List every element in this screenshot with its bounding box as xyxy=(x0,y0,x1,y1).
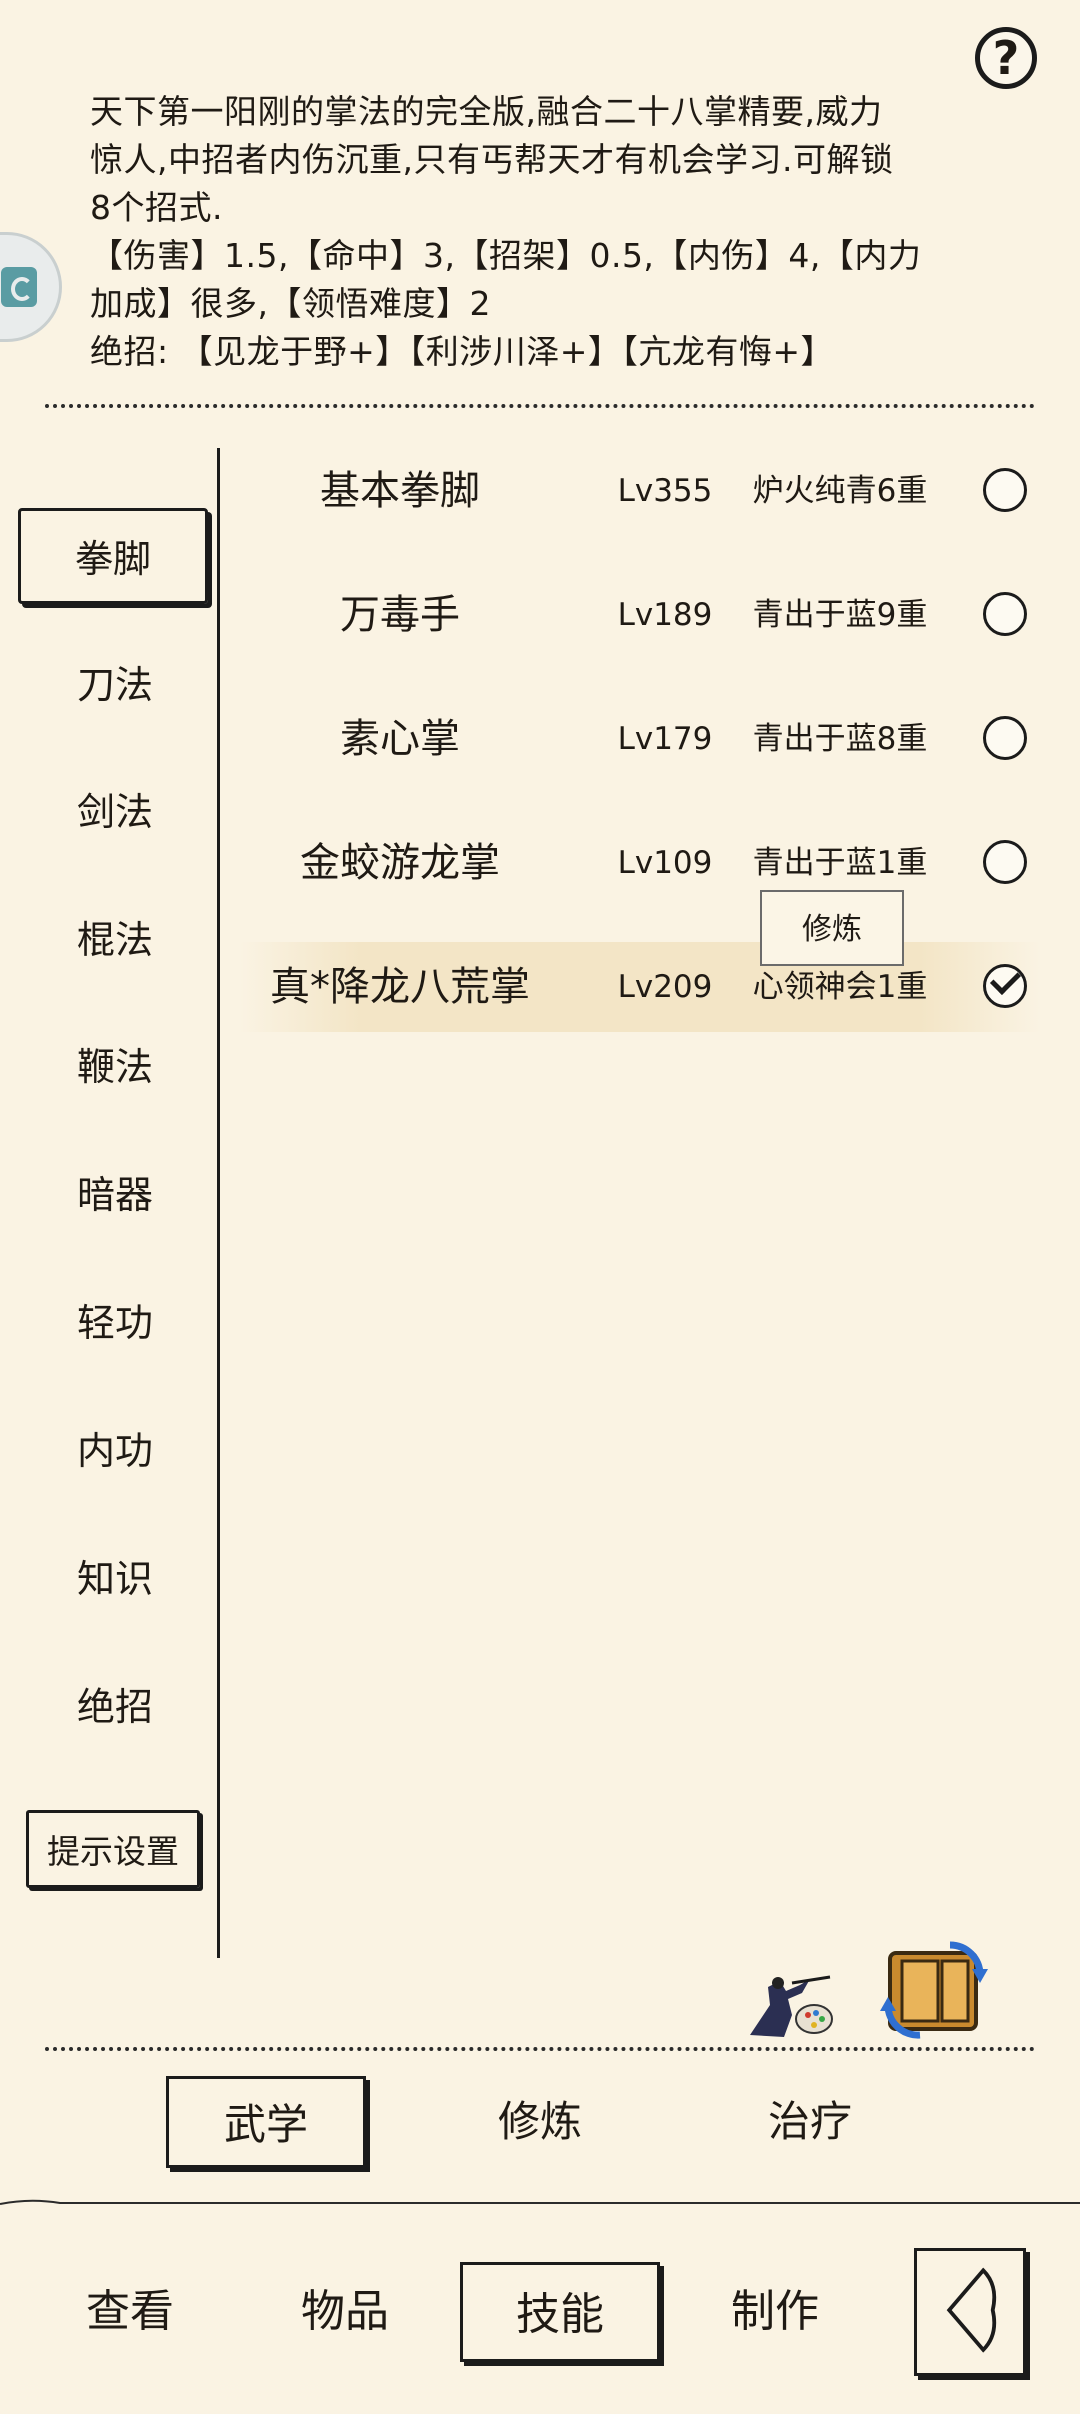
help-button[interactable]: ? xyxy=(975,27,1037,89)
skill-realm: 炉火纯青6重 xyxy=(752,473,928,509)
subtab-zhiliao[interactable]: 治疗 xyxy=(710,2076,910,2168)
skill-description: 天下第一阳刚的掌法的完全版,融合二十八掌精要,威力 惊人,中招者内伤沉重,只有丐… xyxy=(90,88,1010,376)
skill-level: Lv109 xyxy=(617,845,713,881)
hint-settings-button[interactable]: 提示设置 xyxy=(26,1810,200,1888)
skill-row[interactable]: 基本拳脚 Lv355 炉火纯青6重 xyxy=(240,446,1040,536)
question-icon: ? xyxy=(992,31,1020,85)
app-badge-icon xyxy=(1,267,37,307)
equip-radio[interactable] xyxy=(983,592,1027,636)
skill-name: 素心掌 xyxy=(340,716,460,762)
equip-radio[interactable] xyxy=(983,468,1027,512)
skill-realm: 青出于蓝9重 xyxy=(752,597,928,633)
skill-level: Lv189 xyxy=(617,597,713,633)
skill-name: 基本拳脚 xyxy=(320,468,480,514)
skill-row[interactable]: 金蛟游龙掌 Lv109 青出于蓝1重 xyxy=(240,818,1040,908)
skill-row[interactable]: 素心掌 Lv179 青出于蓝8重 xyxy=(240,694,1040,784)
stats-line: 【伤害】1.5,【命中】3,【招架】0.5,【内伤】4,【内力 xyxy=(90,236,922,275)
description-line: 天下第一阳刚的掌法的完全版,融合二十八掌精要,威力 xyxy=(90,92,883,131)
skill-row-equipped[interactable]: 真*降龙八荒掌 Lv209 心领神会1重 xyxy=(240,942,1040,1032)
category-jianfa[interactable]: 剑法 xyxy=(40,777,190,847)
stats-line: 加成】很多,【领悟难度】2 xyxy=(90,284,491,323)
category-anqi[interactable]: 暗器 xyxy=(40,1160,190,1230)
description-line: 惊人,中招者内伤沉重,只有丐帮天才有机会学习.可解锁 xyxy=(90,140,894,179)
equip-radio[interactable] xyxy=(983,840,1027,884)
nav-craft[interactable]: 制作 xyxy=(675,2262,875,2362)
divider xyxy=(45,2047,1035,2051)
ink-divider xyxy=(0,2199,1080,2205)
equip-radio-checked[interactable] xyxy=(983,964,1027,1008)
category-qinggong[interactable]: 轻功 xyxy=(40,1288,190,1358)
nav-view[interactable]: 查看 xyxy=(30,2262,230,2362)
sidebar-divider xyxy=(217,448,220,1958)
category-bianfa[interactable]: 鞭法 xyxy=(40,1032,190,1102)
skill-name: 金蛟游龙掌 xyxy=(300,840,500,886)
skill-level: Lv179 xyxy=(617,721,713,757)
floating-assist-icon[interactable] xyxy=(0,232,62,342)
skill-row[interactable]: 万毒手 Lv189 青出于蓝9重 xyxy=(240,570,1040,660)
subtab-xiulian[interactable]: 修炼 xyxy=(440,2076,640,2168)
divider xyxy=(45,404,1035,408)
description-line: 8个招式. xyxy=(90,188,223,227)
category-gunfa[interactable]: 棍法 xyxy=(40,905,190,975)
nav-items[interactable]: 物品 xyxy=(245,2262,445,2362)
back-arrow-icon xyxy=(946,2267,997,2353)
skill-realm: 青出于蓝8重 xyxy=(752,721,928,757)
category-daofa[interactable]: 刀法 xyxy=(40,650,190,720)
category-quanjiao[interactable]: 拳脚 xyxy=(18,508,208,604)
skill-name: 万毒手 xyxy=(340,592,460,638)
category-neigong[interactable]: 内功 xyxy=(40,1416,190,1486)
ultimates-line: 绝招: 【见龙于野+】【利涉川泽+】【亢龙有悔+】 xyxy=(90,332,835,371)
subtab-wuxue[interactable]: 武学 xyxy=(166,2076,366,2168)
category-juezhao[interactable]: 绝招 xyxy=(40,1672,190,1742)
nav-skills[interactable]: 技能 xyxy=(460,2262,660,2362)
train-popup-button[interactable]: 修炼 xyxy=(760,890,904,966)
category-zhishi[interactable]: 知识 xyxy=(40,1544,190,1614)
book-swap-icon[interactable] xyxy=(880,1935,990,2045)
skill-name: 真*降龙八荒掌 xyxy=(270,964,530,1010)
martial-artist-icon[interactable] xyxy=(740,1975,836,2040)
equip-radio[interactable] xyxy=(983,716,1027,760)
skill-level: Lv209 xyxy=(617,969,713,1005)
skill-level: Lv355 xyxy=(617,473,713,509)
back-button[interactable] xyxy=(914,2248,1026,2376)
